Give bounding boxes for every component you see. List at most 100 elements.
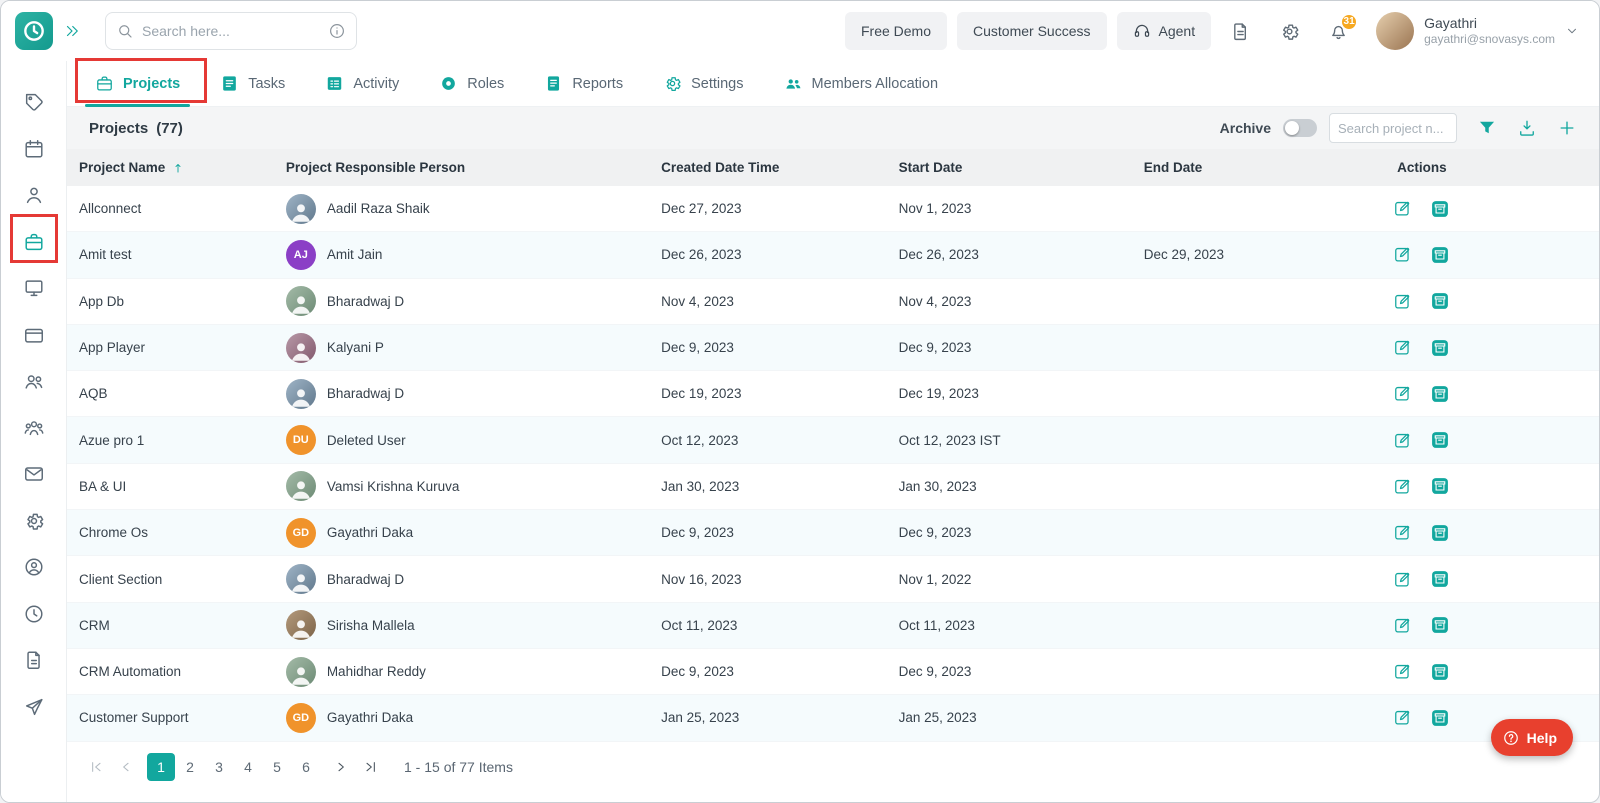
page-3-button[interactable]: 3 [205,753,233,781]
archive-project-icon[interactable] [1430,708,1450,728]
table-row[interactable]: Amit test AJ Amit Jain Dec 26, 2023 Dec … [67,232,1599,279]
help-button[interactable]: Help [1490,719,1573,756]
info-icon[interactable] [328,22,346,40]
table-row[interactable]: BA & UI Vamsi Krishna Kuruva Jan 30, 202… [67,463,1599,511]
page-5-button[interactable]: 5 [263,753,291,781]
global-search-input[interactable] [142,23,320,39]
next-page-icon[interactable] [328,754,354,780]
page-4-button[interactable]: 4 [234,753,262,781]
sidebar-item-monitor[interactable] [11,265,57,312]
start-date-cell: Dec 9, 2023 [898,664,972,680]
edit-project-icon[interactable] [1393,199,1412,218]
filter-icon[interactable] [1477,118,1497,138]
archive-project-icon[interactable] [1430,476,1450,496]
sidebar-item-tags[interactable] [11,79,57,126]
page-6-button[interactable]: 6 [292,753,320,781]
table-row[interactable]: Chrome Os GD Gayathri Daka Dec 9, 2023 D… [67,510,1599,557]
add-project-icon[interactable] [1557,118,1577,138]
responsible-person-cell: Bharadwaj D [274,564,649,595]
sidebar-item-users[interactable] [11,358,57,405]
archive-project-icon[interactable] [1430,523,1450,543]
archive-project-icon[interactable] [1430,291,1450,311]
table-row[interactable]: Azue pro 1 DU Deleted User Oct 12, 2023 … [67,417,1599,464]
header-settings-icon[interactable] [1279,21,1300,42]
last-page-icon[interactable] [358,754,384,780]
tab-settings[interactable]: Settings [645,61,761,106]
edit-project-icon[interactable] [1393,477,1412,496]
edit-project-icon[interactable] [1393,662,1412,681]
column-responsible-person: Project Responsible Person [285,160,466,175]
archive-project-icon[interactable] [1430,384,1450,404]
chevron-down-icon[interactable] [1565,24,1579,38]
start-date-cell: Dec 9, 2023 [898,340,972,356]
project-search-input[interactable] [1329,113,1457,143]
tab-activity[interactable]: Activity [307,61,417,106]
headset-icon [1133,22,1151,40]
app-logo[interactable] [15,12,53,50]
table-row[interactable]: CRM Sirisha Mallela Oct 11, 2023 Oct 11,… [67,602,1599,649]
edit-project-icon[interactable] [1393,616,1412,635]
page-2-button[interactable]: 2 [176,753,204,781]
time-icon [23,603,45,625]
table-row[interactable]: CRM Automation Mahidhar Reddy Dec 9, 202… [67,648,1599,696]
gear-icon [663,74,682,93]
user-icon [23,184,45,206]
tab-members-allocation[interactable]: Members Allocation [766,61,957,106]
table-row[interactable]: App Db Bharadwaj D Nov 4, 2023 Nov 4, 20… [67,278,1599,325]
edit-project-icon[interactable] [1393,523,1412,542]
archive-project-icon[interactable] [1430,662,1450,682]
person-name: Gayathri Daka [326,525,414,541]
archive-project-icon[interactable] [1430,245,1450,265]
agent-button[interactable]: Agent [1116,12,1212,50]
sidebar-item-time[interactable] [11,591,57,638]
download-icon[interactable] [1517,118,1537,138]
archive-project-icon[interactable] [1430,199,1450,219]
sidebar-item-send[interactable] [11,684,57,731]
customer-success-button[interactable]: Customer Success [957,12,1107,50]
sidebar-item-projects[interactable] [11,219,57,266]
sidebar-item-mail[interactable] [11,451,57,498]
sidebar-item-documents[interactable] [11,637,57,684]
table-row[interactable]: Client Section Bharadwaj D Nov 16, 2023 … [67,556,1599,603]
edit-project-icon[interactable] [1393,570,1412,589]
tab-tasks[interactable]: Tasks [202,61,303,106]
archive-project-icon[interactable] [1430,569,1450,589]
archive-project-icon[interactable] [1430,615,1450,635]
page-1-button[interactable]: 1 [147,752,175,781]
tab-roles[interactable]: Roles [421,61,522,106]
free-demo-button[interactable]: Free Demo [844,12,948,50]
tab-projects[interactable]: Projects [77,61,198,107]
archive-toggle[interactable] [1283,119,1317,137]
sort-ascending-icon[interactable] [171,161,185,175]
table-body: Allconnect Aadil Raza Shaik Dec 27, 2023… [67,186,1599,742]
table-row[interactable]: Customer Support GD Gayathri Daka Jan 25… [67,695,1599,742]
edit-project-icon[interactable] [1393,245,1412,264]
notes-icon[interactable] [1230,21,1251,42]
archive-project-icon[interactable] [1430,430,1450,450]
sidebar-item-profile[interactable] [11,544,57,591]
edit-project-icon[interactable] [1393,292,1412,311]
sidebar-item-user[interactable] [11,172,57,219]
table-row[interactable]: AQB Bharadwaj D Dec 19, 2023 Dec 19, 202… [67,371,1599,418]
edit-project-icon[interactable] [1393,384,1412,403]
notifications-bell[interactable]: 31 [1328,12,1359,42]
sidebar-expand-icon[interactable] [63,22,81,40]
user-menu[interactable]: Gayathri gayathri@snovasys.com [1376,12,1579,50]
sidebar-item-planner[interactable] [11,126,57,173]
edit-project-icon[interactable] [1393,431,1412,450]
edit-project-icon[interactable] [1393,708,1412,727]
sidebar-item-billing[interactable] [11,312,57,359]
tab-reports[interactable]: Reports [526,61,641,106]
previous-page-icon[interactable] [113,754,139,780]
column-project-name[interactable]: Project Name [67,160,274,175]
sidebar-item-team[interactable] [11,405,57,452]
table-row[interactable]: App Player Kalyani P Dec 9, 2023 Dec 9, … [67,324,1599,372]
person-name: Bharadwaj D [326,386,405,402]
sidebar-item-settings[interactable] [11,498,57,545]
edit-project-icon[interactable] [1393,338,1412,357]
first-page-icon[interactable] [83,754,109,780]
planner-icon [23,138,45,160]
archive-project-icon[interactable] [1430,338,1450,358]
person-name: Gayathri Daka [326,710,414,726]
table-row[interactable]: Allconnect Aadil Raza Shaik Dec 27, 2023… [67,186,1599,233]
